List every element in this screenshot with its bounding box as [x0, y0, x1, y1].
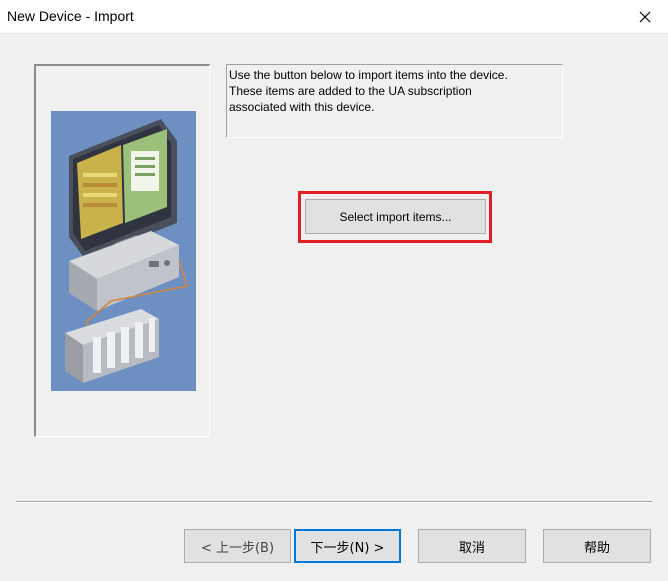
- description-text: Use the button below to import items int…: [229, 68, 508, 114]
- select-import-items-button[interactable]: Select import items...: [305, 199, 486, 234]
- close-button[interactable]: [622, 0, 668, 33]
- wizard-image-panel: [34, 64, 210, 437]
- back-button[interactable]: < 上一步(B): [184, 529, 291, 563]
- computer-plc-illustration: [51, 111, 196, 391]
- help-button[interactable]: 帮助: [543, 529, 651, 563]
- next-button[interactable]: 下一步(N) >: [294, 529, 401, 563]
- close-icon: [639, 11, 651, 22]
- cancel-button[interactable]: 取消: [418, 529, 526, 563]
- description-box: Use the button below to import items int…: [226, 64, 563, 138]
- title-bar: New Device - Import: [0, 0, 668, 34]
- window-title: New Device - Import: [7, 8, 134, 24]
- separator-line: [16, 501, 652, 503]
